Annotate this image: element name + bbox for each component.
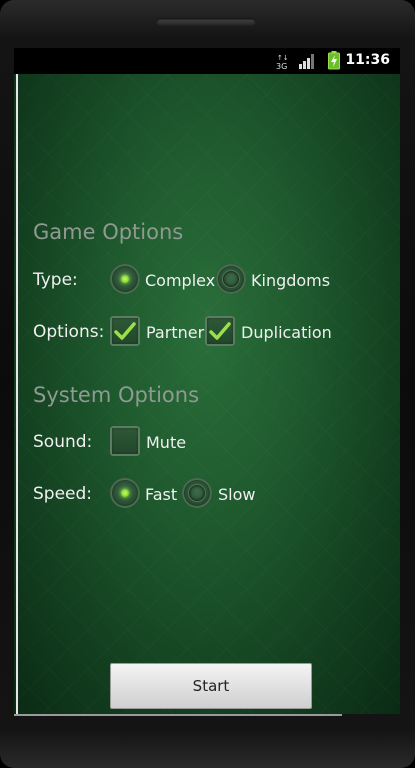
svg-text:↑↓: ↑↓ [277, 54, 288, 62]
checkbox-duplication[interactable] [205, 316, 235, 346]
radio-complex-label[interactable]: Complex [145, 271, 215, 290]
earpiece-speaker [156, 18, 256, 26]
checkmark-icon [209, 322, 231, 340]
type-label: Type: [33, 270, 78, 290]
bottom-divider [14, 714, 342, 716]
radio-empty-ring [188, 484, 206, 502]
radio-selected-dot [121, 275, 129, 283]
sound-label: Sound: [33, 432, 93, 452]
battery-charging-icon [328, 51, 340, 70]
radio-fast-label[interactable]: Fast [145, 485, 177, 504]
checkbox-partner-label[interactable]: Partner [146, 323, 204, 342]
network-3g-icon: ↑↓ 3G [276, 52, 289, 71]
checkbox-mute-label[interactable]: Mute [146, 433, 186, 452]
options-label: Options: [33, 322, 105, 342]
start-button[interactable]: Start [110, 663, 312, 709]
window-edge [16, 74, 18, 714]
radio-fast[interactable] [110, 478, 140, 508]
checkmark-icon [114, 322, 136, 340]
radio-slow-label[interactable]: Slow [218, 485, 255, 504]
radio-selected-dot [121, 489, 129, 497]
radio-slow[interactable] [182, 478, 212, 508]
clock: 11:36 [345, 52, 390, 68]
radio-complex[interactable] [110, 264, 140, 294]
checkbox-mute[interactable] [110, 426, 140, 456]
checkbox-partner[interactable] [110, 316, 140, 346]
svg-text:3G: 3G [276, 62, 287, 70]
checkbox-duplication-label[interactable]: Duplication [241, 323, 332, 342]
app-screen: Game Options Type: Complex Kingdoms Opti… [14, 74, 400, 714]
signal-bars-icon [298, 53, 316, 69]
radio-kingdoms[interactable] [216, 264, 246, 294]
system-options-title: System Options [33, 383, 200, 407]
speed-label: Speed: [33, 484, 93, 504]
radio-empty-ring [222, 270, 240, 288]
status-bar: ↑↓ 3G 11:36 [14, 48, 400, 74]
game-options-title: Game Options [33, 220, 184, 244]
phone-frame: ↑↓ 3G 11:36 Game Options Type: Complex K… [0, 0, 415, 768]
radio-kingdoms-label[interactable]: Kingdoms [251, 271, 330, 290]
